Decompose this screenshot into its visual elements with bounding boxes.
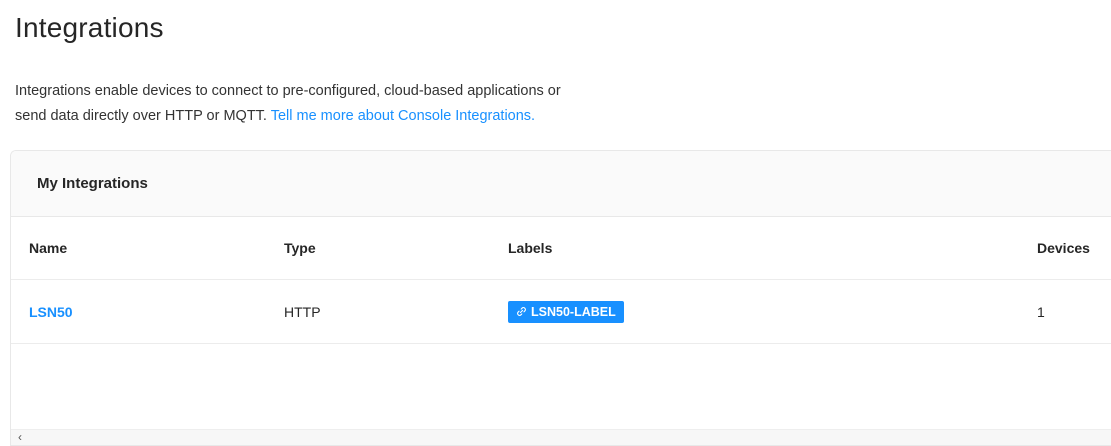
card-header: My Integrations	[11, 151, 1111, 217]
cell-type: HTTP	[284, 279, 508, 344]
label-tag-text: LSN50-LABEL	[531, 304, 616, 319]
intro-text: Integrations enable devices to connect t…	[15, 79, 695, 129]
cell-name: LSN50	[11, 279, 284, 344]
table-header-row: Name Type Labels Devices	[11, 217, 1111, 280]
column-header-type[interactable]: Type	[284, 217, 508, 280]
label-tag[interactable]: LSN50-LABEL	[508, 300, 624, 323]
column-header-name[interactable]: Name	[11, 217, 284, 280]
table-row[interactable]: LSN50 HTTP LSN50-LABEL 1	[11, 279, 1111, 344]
intro-text-line2: send data directly over HTTP or MQTT.	[15, 108, 271, 124]
cell-devices: 1	[1037, 279, 1111, 344]
my-integrations-card: My Integrations Name Type Labels Devices…	[10, 150, 1111, 446]
intro-text-line1: Integrations enable devices to connect t…	[15, 83, 561, 99]
page-title: Integrations	[15, 12, 164, 43]
card-title: My Integrations	[37, 175, 148, 192]
integrations-table: Name Type Labels Devices LSN50 HTTP LSN5…	[11, 217, 1111, 344]
column-header-devices[interactable]: Devices	[1037, 217, 1111, 280]
scroll-left-arrow-icon[interactable]: ‹	[13, 430, 27, 445]
horizontal-scrollbar[interactable]: ‹	[11, 429, 1111, 445]
column-header-labels[interactable]: Labels	[508, 217, 1037, 280]
integration-name-link[interactable]: LSN50	[29, 304, 73, 320]
cell-labels: LSN50-LABEL	[508, 279, 1037, 344]
integrations-page: Integrations Integrations enable devices…	[0, 0, 1111, 446]
link-icon	[517, 307, 526, 316]
console-integrations-link[interactable]: Tell me more about Console Integrations.	[271, 108, 535, 124]
